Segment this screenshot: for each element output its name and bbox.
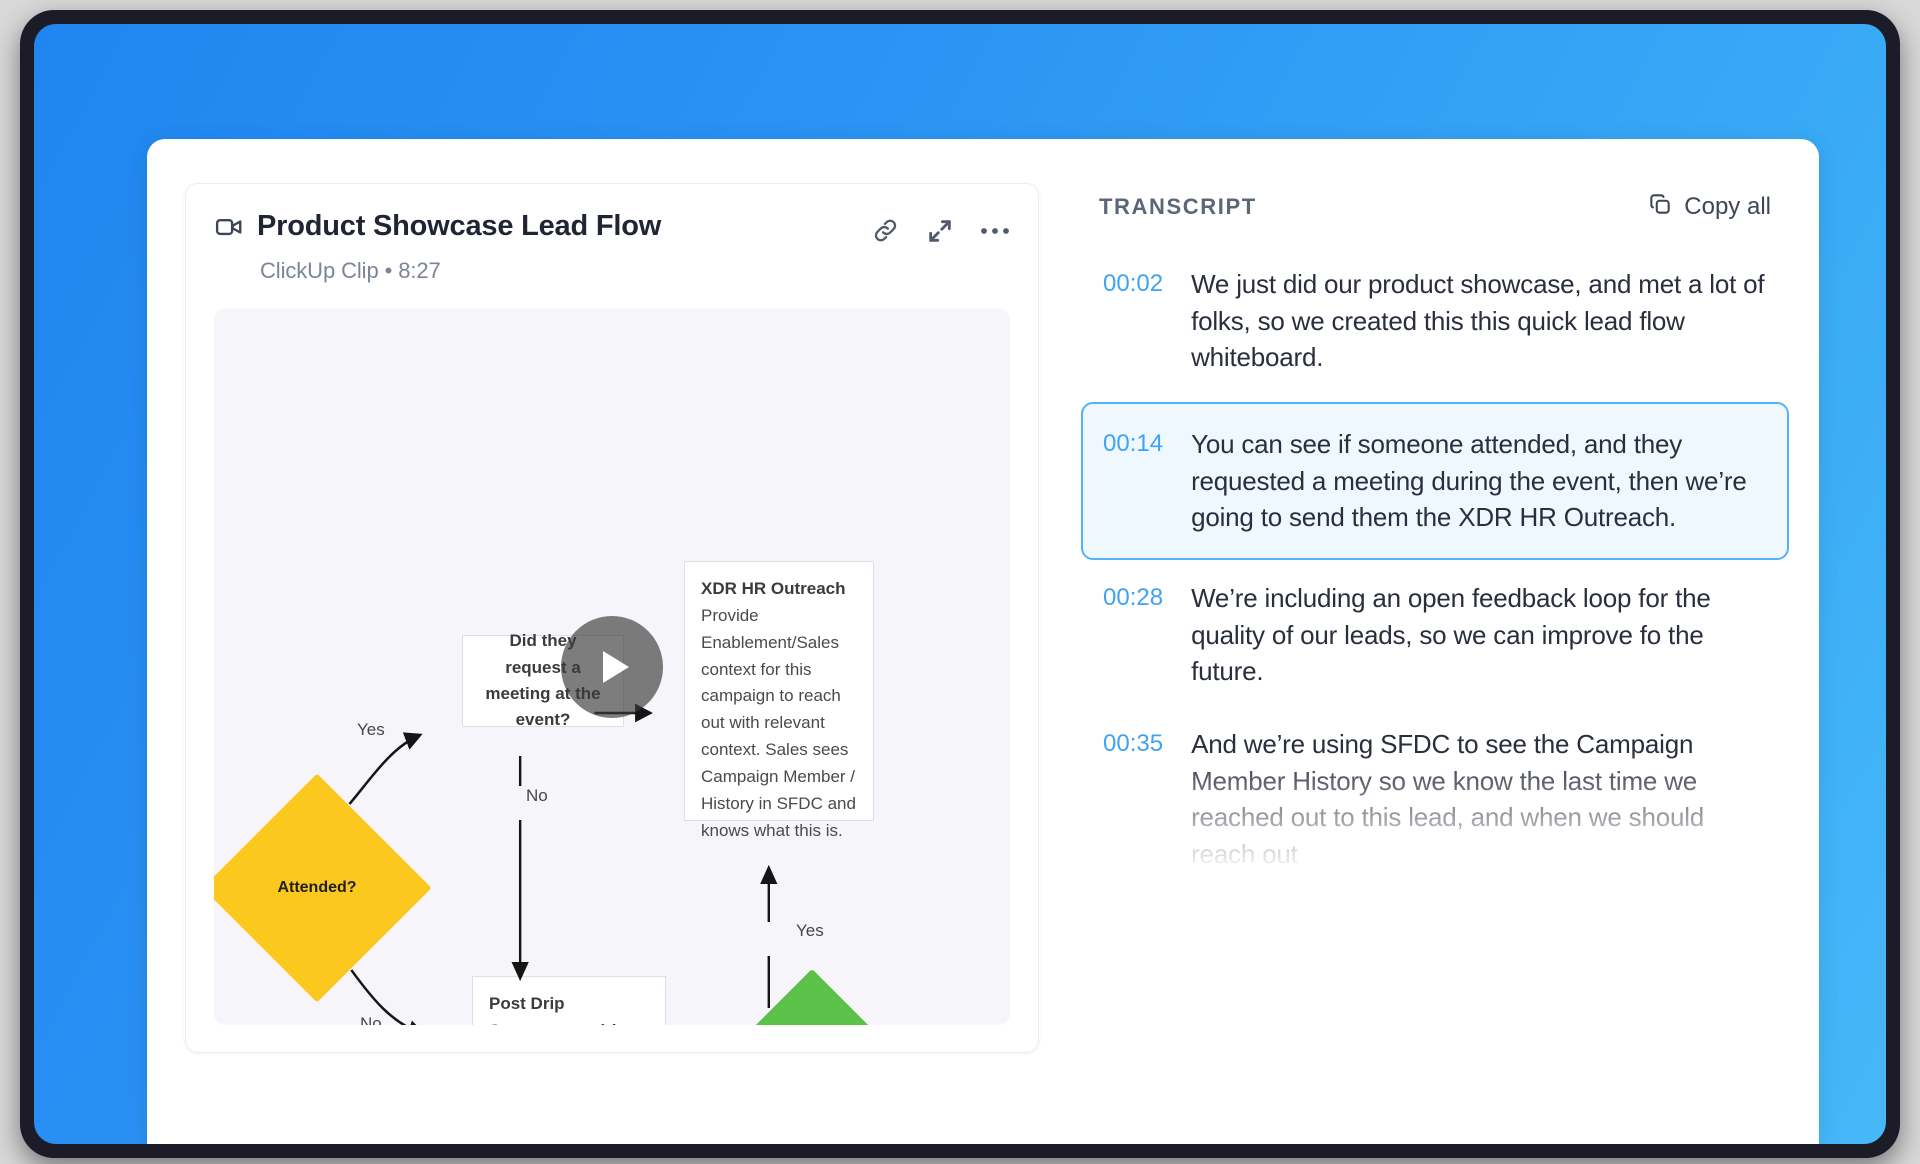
copy-icon [1647,191,1673,222]
transcript-timestamp[interactable]: 00:28 [1103,580,1163,690]
transcript-timestamp[interactable]: 00:14 [1103,426,1163,536]
whiteboard-canvas[interactable]: Attended? Did they request a meeting at … [214,308,1010,1025]
transcript-text: We just did our product showcase, and me… [1191,269,1765,373]
device-screen: Product Showcase Lead Flow ClickUp Clip … [34,24,1886,1144]
edge-label-attended-no: No [360,1014,382,1025]
clip-header: Product Showcase Lead Flow [214,210,1010,245]
page-title: Product Showcase Lead Flow [257,210,662,242]
transcript-list[interactable]: 00:02 We just did our product showcase, a… [1081,256,1789,899]
clip-title-wrap: Product Showcase Lead Flow [214,210,661,243]
clip-actions [871,210,1010,245]
transcript-entry[interactable]: 00:14 You can see if someone attended, an… [1081,401,1789,560]
transcript-entry[interactable]: 00:35 And we’re using SFDC to see the Cam… [1099,716,1771,899]
ellipsis-icon[interactable] [980,226,1010,236]
play-icon [603,650,629,683]
clip-panel: Product Showcase Lead Flow ClickUp Clip … [147,139,1077,1144]
link-icon[interactable] [871,216,900,245]
transcript-entry[interactable]: 00:02 We just did our product showcase, a… [1099,256,1771,402]
transcript-entry[interactable]: 00:28 We’re including an open feedback lo… [1099,570,1771,716]
transcript-panel: TRANSCRIPT Copy all 00:02 We just did our… [1077,139,1819,1144]
edge-label-request-no: No [526,786,548,805]
transcript-timestamp[interactable]: 00:35 [1103,726,1163,873]
transcript-text: We’re including an open feedback loop fo… [1191,582,1711,687]
transcript-text: You can see if someone attended, and the… [1191,428,1747,533]
flow-node-attended-label: Attended? [277,878,357,896]
play-button[interactable] [561,615,663,718]
copy-all-button[interactable]: Copy all [1647,191,1771,222]
app-card: Product Showcase Lead Flow ClickUp Clip … [147,139,1819,1144]
transcript-header: TRANSCRIPT Copy all [1099,191,1771,222]
edge-label-attended-yes: Yes [357,720,385,739]
edge-label-demo-yes: Yes [796,921,824,940]
device-frame: Product Showcase Lead Flow ClickUp Clip … [20,10,1900,1158]
transcript-text: And we’re using SFDC to see the Campaign… [1191,728,1705,869]
video-camera-icon [214,212,244,242]
transcript-heading: TRANSCRIPT [1099,193,1257,219]
transcript-timestamp[interactable]: 00:02 [1103,266,1163,376]
clip-card: Product Showcase Lead Flow ClickUp Clip … [185,183,1039,1053]
expand-icon[interactable] [926,217,954,245]
clip-meta: ClickUp Clip • 8:27 [260,258,441,283]
copy-all-label: Copy all [1684,192,1771,220]
